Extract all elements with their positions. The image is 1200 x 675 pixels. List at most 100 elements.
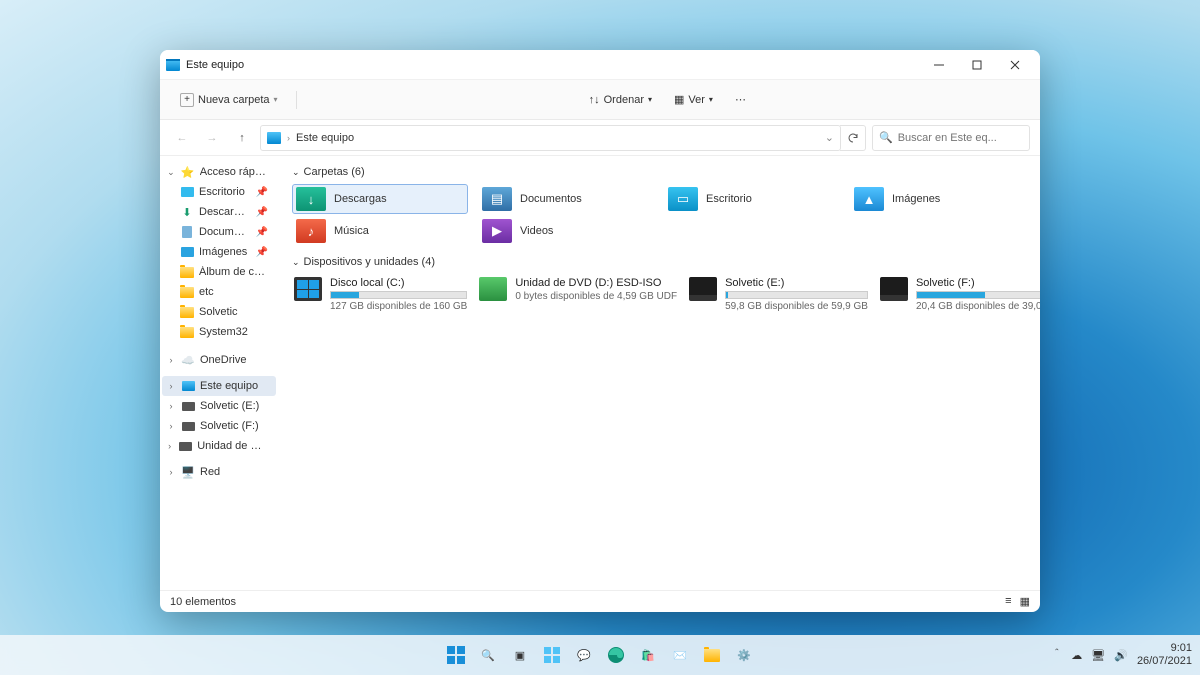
this-pc-icon [267,132,281,144]
clock[interactable]: 9:01 26/07/2021 [1137,642,1192,667]
widgets-icon[interactable] [538,641,566,669]
clock-time: 9:01 [1137,642,1192,655]
refresh-button[interactable] [840,125,866,151]
chevron-right-icon[interactable]: › [166,381,176,391]
folder-card[interactable]: ♪ Música [292,216,468,246]
minimize-button[interactable] [920,50,958,80]
device-name: Solvetic (E:) [725,277,868,289]
taskbar-search-icon[interactable]: 🔍 [474,641,502,669]
sidebar-item[interactable]: Solvetic [162,302,276,322]
sidebar-drive[interactable]: ›Unidad de DVD (D:) [162,436,276,456]
drive-icon [689,277,717,301]
chevron-down-icon[interactable]: ⌄ [166,167,176,178]
address-bar[interactable]: › Este equipo ⌄ [260,125,841,151]
chevron-right-icon[interactable]: › [166,421,176,431]
sidebar-drive[interactable]: ›Solvetic (E:) [162,396,276,416]
address-dropdown[interactable]: ⌄ [825,131,834,144]
search-box[interactable]: 🔍 [872,125,1030,151]
folder-icon: ▭ [668,187,698,211]
sidebar-label: Imágenes [199,246,247,258]
close-button[interactable] [996,50,1034,80]
new-folder-button[interactable]: + Nueva carpeta ▾ [172,88,286,112]
chevron-right-icon[interactable]: › [166,441,173,451]
network-tray-icon[interactable]: 🖥 [1091,649,1105,662]
onedrive-tray-icon[interactable]: ☁ [1071,649,1082,662]
device-card[interactable]: Disco local (C:)127 GB disponibles de 16… [292,274,469,315]
forward-button[interactable]: → [200,126,224,150]
sidebar-item[interactable]: Álbum de cámara [162,262,276,282]
start-button[interactable] [442,641,470,669]
new-folder-label: Nueva carpeta [198,94,270,106]
settings-icon[interactable]: ⚙️ [730,641,758,669]
section-devices[interactable]: ⌄ Dispositivos y unidades (4) [292,256,1026,268]
sidebar-item[interactable]: etc [162,282,276,302]
chevron-down-icon: ⌄ [292,257,300,268]
sidebar-drive[interactable]: › Solvetic (F:) [162,416,276,436]
chevron-right-icon[interactable]: › [166,467,176,477]
search-icon: 🔍 [879,131,893,144]
sort-icon: ↑↓ [589,94,600,106]
more-button[interactable]: ⋯ [727,89,754,110]
sidebar-item[interactable]: Escritorio📌 [162,182,276,202]
folder-icon [180,265,194,279]
sidebar-item[interactable]: Imágenes📌 [162,242,276,262]
chevron-right-icon[interactable]: › [166,401,176,411]
sidebar-label: Solvetic (F:) [200,420,259,432]
device-card[interactable]: Unidad de DVD (D:) ESD-ISO0 bytes dispon… [477,274,679,315]
device-card[interactable]: Solvetic (E:) 59,8 GB disponibles de 59,9… [687,274,870,315]
address-segment[interactable]: Este equipo [296,132,354,144]
clock-date: 26/07/2021 [1137,655,1192,668]
view-button[interactable]: ▦ Ver ▾ [666,89,721,110]
sidebar-item[interactable]: Documentos📌 [162,222,276,242]
drive-icon [479,277,507,301]
folder-icon: ♪ [296,219,326,243]
folder-label: Música [334,225,369,237]
folder-card[interactable]: ↓Descargas [292,184,468,214]
mail-icon[interactable]: ✉️ [666,641,694,669]
folder-label: Videos [520,225,553,237]
cloud-icon: ☁️ [181,353,195,367]
section-folders[interactable]: ⌄ Carpetas (6) [292,166,1026,178]
up-button[interactable]: ↑ [230,126,254,150]
edge-icon[interactable] [602,641,630,669]
sidebar-quick-access[interactable]: ⌄ ⭐ Acceso rápido [162,162,276,182]
folder-card[interactable]: ▲Imágenes [850,184,1026,214]
main-content: ⌄ Carpetas (6) ↓Descargas ▤Documentos ▭Esc… [278,156,1040,590]
volume-tray-icon[interactable]: 🔊 [1114,649,1128,662]
sidebar-item[interactable]: ⬇Descargas📌 [162,202,276,222]
nav-row: ← → ↑ › Este equipo ⌄ 🔍 [160,120,1040,156]
explorer-icon[interactable] [698,641,726,669]
search-input[interactable] [898,132,1040,144]
details-view-button[interactable]: ≡ [1005,595,1011,608]
store-icon[interactable]: 🛍️ [634,641,662,669]
folder-card[interactable]: ▶Videos [478,216,654,246]
task-view-icon[interactable]: ▣ [506,641,534,669]
titlebar[interactable]: Este equipo [160,50,1040,80]
device-name: Solvetic (F:) [916,277,1040,289]
taskbar[interactable]: 🔍 ▣ 💬 🛍️ ✉️ ⚙️ [0,635,1200,675]
network-icon: 🖥️ [181,465,195,479]
sidebar-this-pc[interactable]: › Este equipo [162,376,276,396]
device-card[interactable]: Solvetic (F:)20,4 GB disponibles de 39,0… [878,274,1040,315]
folder-card[interactable]: ▭Escritorio [664,184,840,214]
sidebar-label: System32 [199,326,248,338]
back-button[interactable]: ← [170,126,194,150]
folder-card[interactable]: ▤Documentos [478,184,654,214]
device-name: Disco local (C:) [330,277,467,289]
tiles-view-button[interactable]: ▦ [1020,595,1030,608]
sort-button[interactable]: ↑↓ Ordenar ▾ [581,90,660,110]
sidebar-network[interactable]: › 🖥️ Red [162,462,276,482]
device-detail: 59,8 GB disponibles de 59,9 GB [725,301,868,312]
maximize-button[interactable] [958,50,996,80]
chevron-right-icon[interactable]: › [166,355,176,365]
folder-label: Imágenes [892,193,940,205]
storage-bar [725,291,868,299]
section-title: Carpetas (6) [304,166,365,178]
view-icon: ▦ [674,93,684,106]
sidebar-onedrive[interactable]: › ☁️ OneDrive [162,350,276,370]
drive-icon [181,399,195,413]
tray-chevron-icon[interactable]: ＾ [1051,647,1062,663]
chat-icon[interactable]: 💬 [570,641,598,669]
sidebar-item[interactable]: System32 [162,322,276,342]
system-tray[interactable]: ＾ ☁ 🖥 🔊 9:01 26/07/2021 [1051,635,1192,675]
